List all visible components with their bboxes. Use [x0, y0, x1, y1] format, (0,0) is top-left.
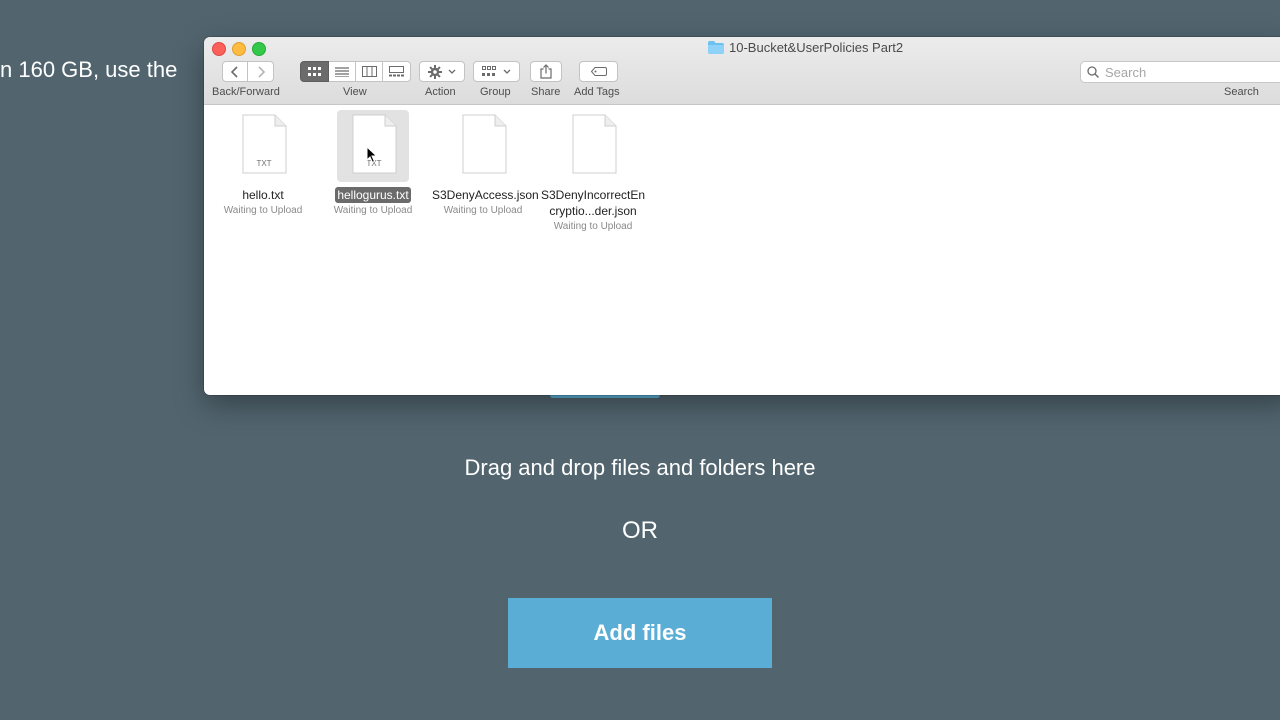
- icon-view-button[interactable]: [300, 61, 329, 82]
- file-icon-wrap: [447, 110, 519, 182]
- file-item[interactable]: TXT hello.txt Waiting to Upload: [207, 110, 319, 217]
- group-icon: [482, 66, 496, 76]
- group-button[interactable]: [473, 61, 520, 82]
- group-by-group: [473, 61, 520, 82]
- share-label: Share: [531, 86, 561, 98]
- folder-icon: [708, 41, 724, 54]
- search-input[interactable]: [1103, 63, 1280, 81]
- file-status: Waiting to Upload: [223, 205, 303, 216]
- gear-icon: [428, 64, 442, 79]
- file-status: Waiting to Upload: [333, 205, 413, 216]
- window-title-text: 10-Bucket&UserPolicies Part2: [729, 40, 904, 55]
- finder-window: 10-Bucket&UserPolicies Part2 Back/Forwar…: [204, 37, 1280, 395]
- list-view-icon: [335, 66, 349, 77]
- add-tags-button[interactable]: [579, 61, 618, 82]
- action-group: [419, 61, 465, 82]
- back-button[interactable]: [222, 61, 248, 82]
- drag-drop-instructions: Drag and drop files and folders here: [464, 455, 816, 480]
- group-label: Group: [480, 86, 511, 98]
- chevron-down-icon: [448, 69, 456, 74]
- add-files-button[interactable]: Add files: [508, 598, 772, 668]
- file-status: Waiting to Upload: [443, 205, 523, 216]
- column-view-button[interactable]: [356, 61, 383, 82]
- file-icon-wrap: [557, 110, 629, 182]
- file-name: hellogurus.txt: [335, 187, 411, 203]
- chevron-down-icon: [503, 69, 511, 74]
- share-group: [530, 61, 562, 82]
- file-name: S3DenyIncorrectEncryptio...der.json: [540, 188, 646, 218]
- chevron-right-icon: [257, 65, 265, 78]
- file-name: S3DenyAccess.json: [432, 188, 539, 202]
- add-tags-label: Add Tags: [574, 86, 620, 98]
- gallery-view-button[interactable]: [383, 61, 411, 82]
- json-file-icon: [572, 114, 617, 174]
- or-separator: OR: [622, 517, 658, 544]
- action-label: Action: [425, 86, 456, 98]
- back-forward-group: [222, 61, 274, 82]
- gallery-view-icon: [389, 66, 404, 77]
- search-field[interactable]: [1080, 61, 1280, 83]
- window-title: 10-Bucket&UserPolicies Part2: [708, 40, 903, 55]
- file-type-label: TXT: [256, 159, 271, 168]
- column-view-icon: [361, 66, 377, 77]
- txt-file-icon: TXT: [242, 114, 287, 174]
- share-button[interactable]: [530, 61, 562, 82]
- back-forward-label: Back/Forward: [212, 86, 280, 98]
- finder-toolbar: 10-Bucket&UserPolicies Part2 Back/Forwar…: [204, 37, 1280, 105]
- chevron-left-icon: [231, 65, 238, 78]
- view-group: [300, 61, 411, 82]
- search-icon: [1087, 66, 1099, 78]
- close-window-button[interactable]: [212, 42, 226, 56]
- file-status: Waiting to Upload: [553, 221, 633, 232]
- minimize-window-button[interactable]: [232, 42, 246, 56]
- action-button[interactable]: [419, 61, 465, 82]
- file-name: hello.txt: [242, 188, 284, 202]
- list-view-button[interactable]: [329, 61, 356, 82]
- zoom-window-button[interactable]: [252, 42, 266, 56]
- forward-button[interactable]: [248, 61, 274, 82]
- json-file-icon: [462, 114, 507, 174]
- file-item[interactable]: S3DenyAccess.json Waiting to Upload: [427, 110, 539, 217]
- upload-size-note: n 160 GB, use the: [0, 57, 178, 82]
- txt-file-icon: TXT: [352, 114, 397, 174]
- tag-icon: [590, 67, 607, 76]
- mouse-cursor-icon: [366, 146, 378, 164]
- file-item[interactable]: S3DenyIncorrectEncryptio...der.json Wait…: [537, 110, 649, 233]
- share-icon: [540, 64, 552, 79]
- tags-group: [579, 61, 618, 82]
- search-label: Search: [1224, 86, 1259, 98]
- icon-view-icon: [307, 66, 321, 76]
- file-icon-wrap: TXT: [227, 110, 299, 182]
- view-label: View: [343, 86, 367, 98]
